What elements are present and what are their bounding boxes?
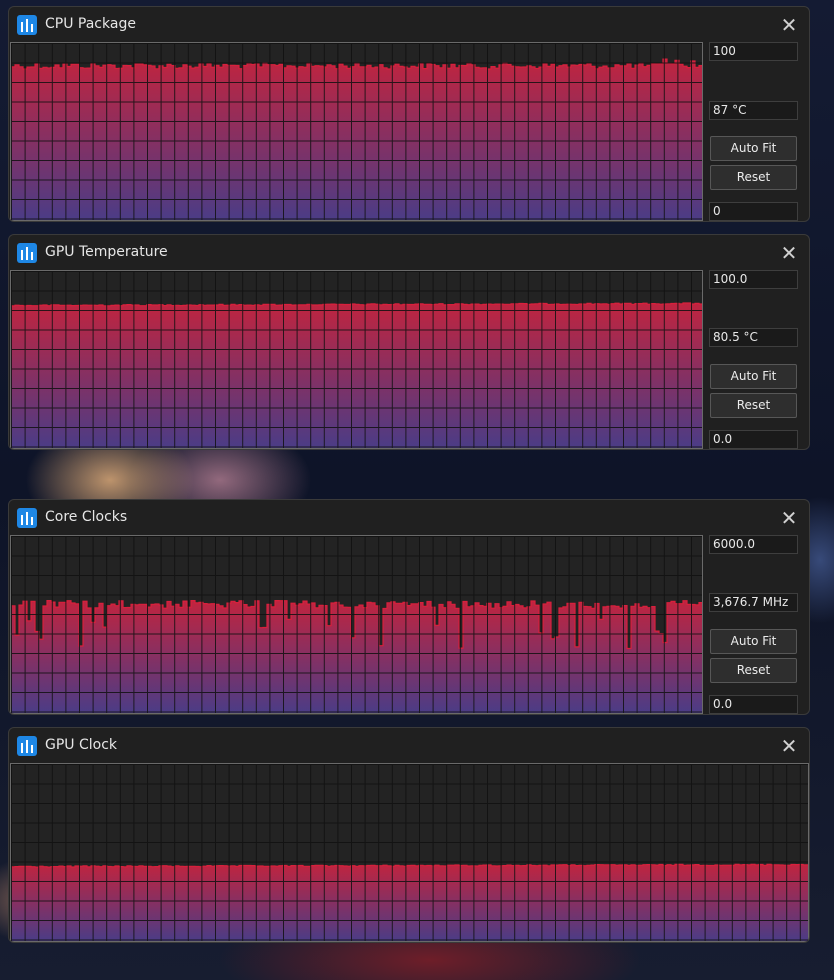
window-title: GPU Clock [45, 737, 118, 753]
max-value-field[interactable]: 6000.0 [709, 535, 798, 554]
window-title: GPU Temperature [45, 244, 168, 260]
max-value-field[interactable]: 100 [709, 42, 798, 61]
min-value-field[interactable]: 0.0 [709, 695, 798, 714]
title-bar[interactable]: GPU Temperature ✕ [9, 235, 809, 271]
sensor-graph [10, 763, 809, 942]
close-icon[interactable]: ✕ [775, 504, 803, 532]
hwinfo-graph-icon [17, 15, 37, 35]
sensor-graph-plot [11, 536, 702, 713]
reset-button[interactable]: Reset [710, 165, 797, 190]
current-value-field: 87 °C [709, 101, 798, 120]
sensor-graph-plot [11, 271, 702, 448]
graph-area [11, 303, 702, 448]
window-title: CPU Package [45, 16, 136, 32]
reset-button[interactable]: Reset [710, 393, 797, 418]
title-bar[interactable]: GPU Clock ✕ [9, 728, 809, 764]
graph-side-panel: 6000.0 3,676.7 MHz Auto Fit Reset 0.0 [709, 535, 798, 714]
min-value-field[interactable]: 0 [709, 202, 798, 221]
sensor-graph-plot [11, 43, 702, 220]
title-bar[interactable]: Core Clocks ✕ [9, 500, 809, 536]
hwinfo-graph-icon [17, 736, 37, 756]
auto-fit-button[interactable]: Auto Fit [710, 136, 797, 161]
auto-fit-button[interactable]: Auto Fit [710, 629, 797, 654]
sensor-graph [10, 535, 703, 714]
sensor-graph [10, 42, 703, 221]
auto-fit-button[interactable]: Auto Fit [710, 364, 797, 389]
max-value-field[interactable]: 100.0 [709, 270, 798, 289]
min-value-field[interactable]: 0.0 [709, 430, 798, 449]
graph-side-panel: 100 87 °C Auto Fit Reset 0 [709, 42, 798, 221]
graph-area [11, 600, 702, 713]
hwinfo-graph-icon [17, 508, 37, 528]
graph-window-cpu-package: CPU Package ✕ 100 87 °C Auto Fit Reset 0 [8, 6, 810, 222]
hwinfo-graph-icon [17, 243, 37, 263]
reset-button[interactable]: Reset [710, 658, 797, 683]
close-icon[interactable]: ✕ [775, 239, 803, 267]
graph-side-panel: 100.0 80.5 °C Auto Fit Reset 0.0 [709, 270, 798, 449]
graph-window-gpu-clock: GPU Clock ✕ [8, 727, 810, 943]
graph-area [11, 864, 808, 941]
close-icon[interactable]: ✕ [775, 732, 803, 760]
graph-window-gpu-temperature: GPU Temperature ✕ 100.0 80.5 °C Auto Fit… [8, 234, 810, 450]
sensor-graph [10, 270, 703, 449]
current-value-field: 80.5 °C [709, 328, 798, 347]
graph-window-core-clocks: Core Clocks ✕ 6000.0 3,676.7 MHz Auto Fi… [8, 499, 810, 715]
graph-area [11, 59, 702, 220]
title-bar[interactable]: CPU Package ✕ [9, 7, 809, 43]
sensor-graph-plot [11, 764, 808, 941]
close-icon[interactable]: ✕ [775, 11, 803, 39]
current-value-field: 3,676.7 MHz [709, 593, 798, 612]
window-title: Core Clocks [45, 509, 128, 525]
